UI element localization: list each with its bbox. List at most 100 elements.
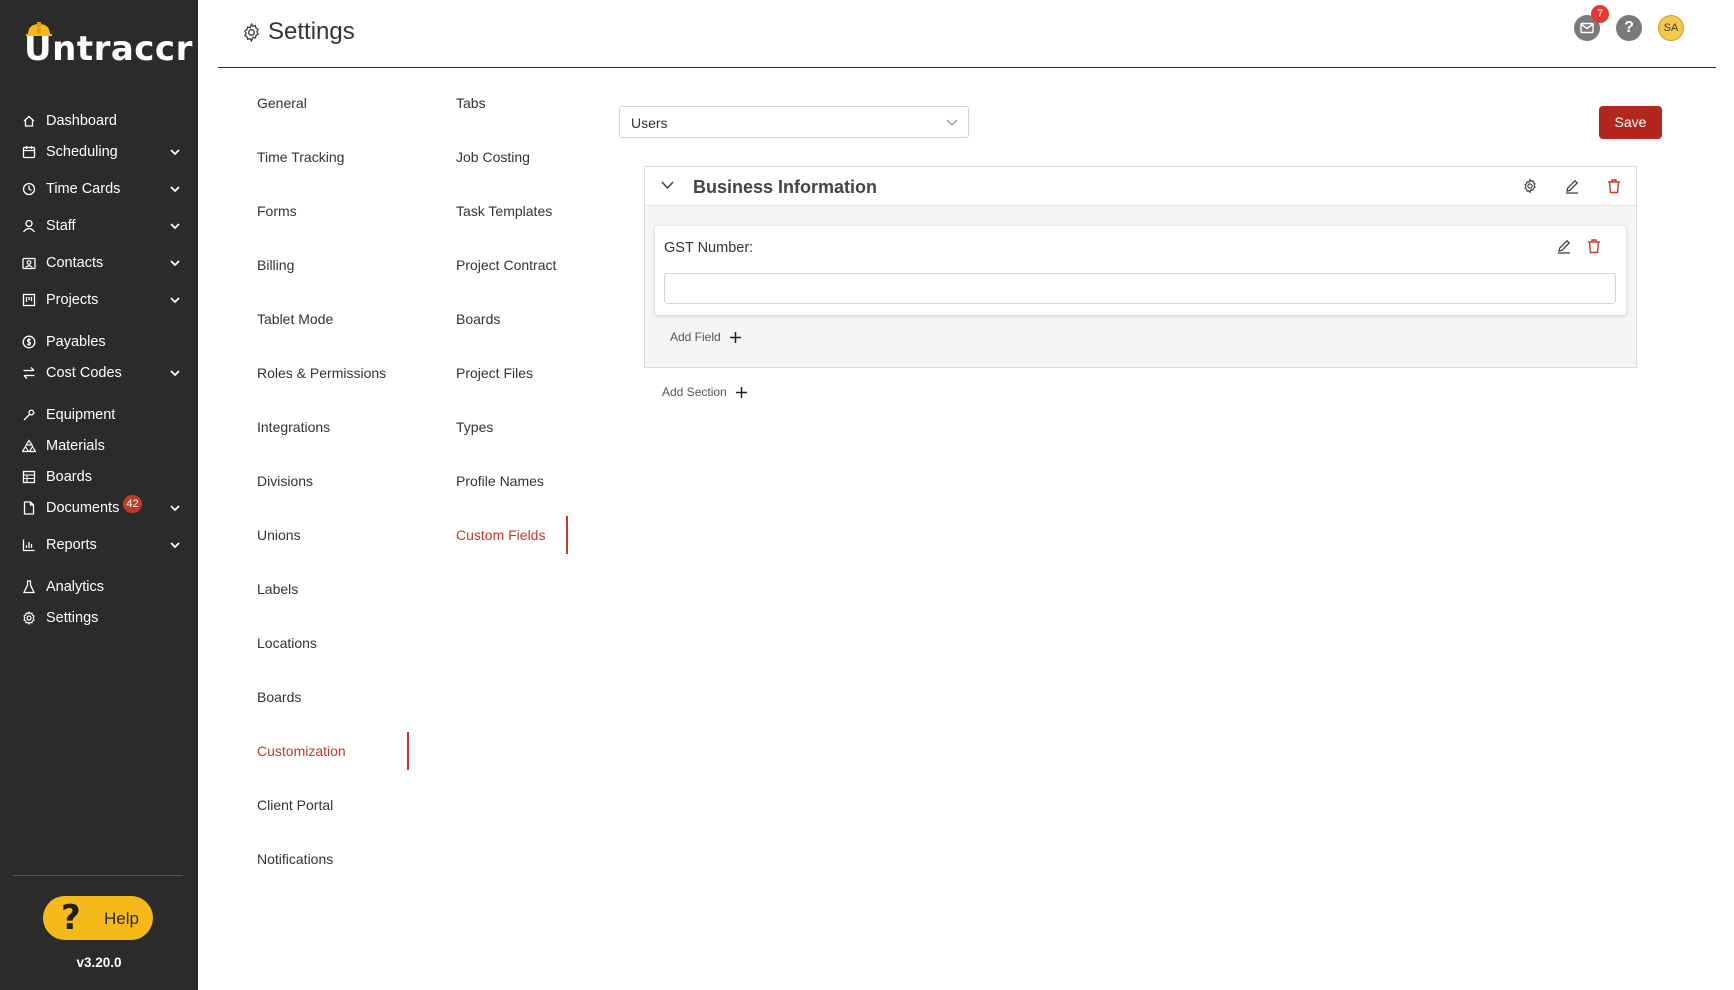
settings-nav-item-task-templates[interactable]: Task Templates xyxy=(456,203,552,219)
dollar-icon xyxy=(22,335,36,349)
add-section-button[interactable]: Add Section xyxy=(644,376,764,408)
settings-nav-item-tablet-mode[interactable]: Tablet Mode xyxy=(257,311,333,327)
settings-nav-item-general[interactable]: General xyxy=(257,95,307,111)
version-label: v3.20.0 xyxy=(76,955,122,970)
settings-nav-item-integrations[interactable]: Integrations xyxy=(257,419,330,435)
sidebar-item-analytics[interactable]: Analytics xyxy=(0,574,198,600)
settings-nav-item-tabs[interactable]: Tabs xyxy=(456,95,486,111)
help-circle-icon[interactable]: ? xyxy=(1616,15,1642,41)
chevron-down-icon[interactable] xyxy=(169,540,181,550)
settings-nav-item-job-costing[interactable]: Job Costing xyxy=(456,149,530,165)
sidebar-item-label: Documents xyxy=(46,500,120,516)
sidebar-item-label: Settings xyxy=(46,610,99,626)
section-settings-gear-icon[interactable] xyxy=(1522,178,1538,194)
documents-count-badge: 42 xyxy=(123,495,142,513)
chevron-down-icon[interactable] xyxy=(169,221,181,231)
sidebar-item-settings[interactable]: Settings xyxy=(0,605,198,631)
settings-nav-item-unions[interactable]: Unions xyxy=(257,527,301,543)
settings-nav-item-custom-fields[interactable]: Custom Fields xyxy=(456,527,545,543)
chevron-down-icon[interactable] xyxy=(169,184,181,194)
hard-hat-icon xyxy=(26,22,52,36)
section-edit-pencil-icon[interactable] xyxy=(1564,178,1580,194)
sidebar-item-materials[interactable]: Materials xyxy=(0,433,198,459)
wrench-icon xyxy=(23,409,35,421)
chevron-down-icon[interactable] xyxy=(169,503,181,513)
settings-nav-item-profile-names[interactable]: Profile Names xyxy=(456,473,544,489)
active-indicator xyxy=(407,732,409,770)
collapse-chevron-icon[interactable] xyxy=(661,180,674,190)
sidebar-item-label: Equipment xyxy=(46,407,116,423)
field-edit-pencil-icon[interactable] xyxy=(1556,238,1572,254)
page-header: Settings xyxy=(241,18,355,46)
settings-nav-item-time-tracking[interactable]: Time Tracking xyxy=(257,149,344,165)
chevron-down-icon[interactable] xyxy=(169,258,181,268)
sidebar-item-cost-codes[interactable]: Cost Codes xyxy=(0,360,198,386)
bar-chart-icon xyxy=(22,539,35,552)
gst-number-field[interactable] xyxy=(664,273,1616,304)
chevron-down-icon[interactable] xyxy=(169,368,181,378)
section-title: Business Information xyxy=(693,177,878,197)
save-button[interactable]: Save xyxy=(1599,106,1662,139)
sidebar-item-label: Projects xyxy=(46,292,99,308)
sidebar: Untraccr Dashboard Scheduling Time Cards St… xyxy=(0,0,198,990)
sidebar-item-label: Analytics xyxy=(46,579,105,595)
help-label: Help xyxy=(104,909,139,928)
sidebar-item-documents[interactable]: Documents 42 xyxy=(0,495,198,521)
settings-nav-item-boards[interactable]: Boards xyxy=(257,689,301,705)
sidebar-item-reports[interactable]: Reports xyxy=(0,532,198,558)
entity-type-select[interactable]: Users xyxy=(619,106,969,138)
sidebar-item-projects[interactable]: Projects xyxy=(0,287,198,313)
settings-nav-item-types[interactable]: Types xyxy=(456,419,493,435)
logo[interactable]: Untraccr xyxy=(24,22,193,66)
sidebar-item-label: Time Cards xyxy=(46,181,121,197)
flask-icon xyxy=(22,580,36,594)
entity-type-select-value: Users xyxy=(631,115,668,131)
settings-nav-item-locations[interactable]: Locations xyxy=(257,635,317,651)
sidebar-item-contacts[interactable]: Contacts xyxy=(0,250,198,276)
settings-nav-item-client-portal[interactable]: Client Portal xyxy=(257,797,333,813)
swap-icon xyxy=(23,367,35,379)
plus-icon xyxy=(729,331,741,343)
sidebar-item-label: Cost Codes xyxy=(46,365,122,381)
plus-icon xyxy=(735,386,747,398)
settings-nav-item-boards[interactable]: Boards xyxy=(456,311,500,327)
settings-nav-item-forms[interactable]: Forms xyxy=(257,203,297,219)
add-section-label: Add Section xyxy=(662,385,727,399)
add-field-button[interactable]: Add Field xyxy=(670,330,741,344)
materials-icon xyxy=(22,439,36,453)
field-delete-trash-icon[interactable] xyxy=(1586,238,1602,254)
question-mark-icon: ? xyxy=(61,898,81,938)
settings-nav-item-roles-permissions[interactable]: Roles & Permissions xyxy=(257,365,386,381)
custom-field-section: Business Information GST Number: Add Fie… xyxy=(644,166,1637,368)
custom-field-card: GST Number: xyxy=(655,226,1626,315)
sidebar-item-dashboard[interactable]: Dashboard xyxy=(0,108,198,134)
sidebar-item-payables[interactable]: Payables xyxy=(0,329,198,355)
clock-icon xyxy=(22,182,36,196)
settings-nav-item-labels[interactable]: Labels xyxy=(257,581,298,597)
sidebar-item-label: Boards xyxy=(46,469,92,485)
calendar-icon xyxy=(22,146,36,159)
page-title: Settings xyxy=(268,18,355,45)
sidebar-item-boards[interactable]: Boards xyxy=(0,464,198,490)
sidebar-item-label: Materials xyxy=(46,438,105,454)
sidebar-item-label: Payables xyxy=(46,334,106,350)
sidebar-item-label: Staff xyxy=(46,218,76,234)
avatar[interactable]: SA xyxy=(1658,15,1684,41)
settings-nav-item-divisions[interactable]: Divisions xyxy=(257,473,313,489)
user-icon xyxy=(22,219,36,233)
settings-nav-item-billing[interactable]: Billing xyxy=(257,257,294,273)
sidebar-item-scheduling[interactable]: Scheduling xyxy=(0,139,198,165)
gear-icon xyxy=(23,611,35,625)
section-delete-trash-icon[interactable] xyxy=(1606,178,1622,194)
mail-notification-badge: 7 xyxy=(1591,5,1609,23)
settings-nav-item-notifications[interactable]: Notifications xyxy=(257,851,333,867)
chevron-down-icon[interactable] xyxy=(169,295,181,305)
settings-nav-item-project-files[interactable]: Project Files xyxy=(456,365,533,381)
help-button[interactable]: ? Help xyxy=(43,896,153,940)
sidebar-item-time-cards[interactable]: Time Cards xyxy=(0,176,198,202)
settings-nav-item-customization[interactable]: Customization xyxy=(257,743,346,759)
sidebar-item-equipment[interactable]: Equipment xyxy=(0,402,198,428)
sidebar-item-staff[interactable]: Staff xyxy=(0,213,198,239)
settings-nav-item-project-contract[interactable]: Project Contract xyxy=(456,257,556,273)
chevron-down-icon[interactable] xyxy=(169,147,181,157)
